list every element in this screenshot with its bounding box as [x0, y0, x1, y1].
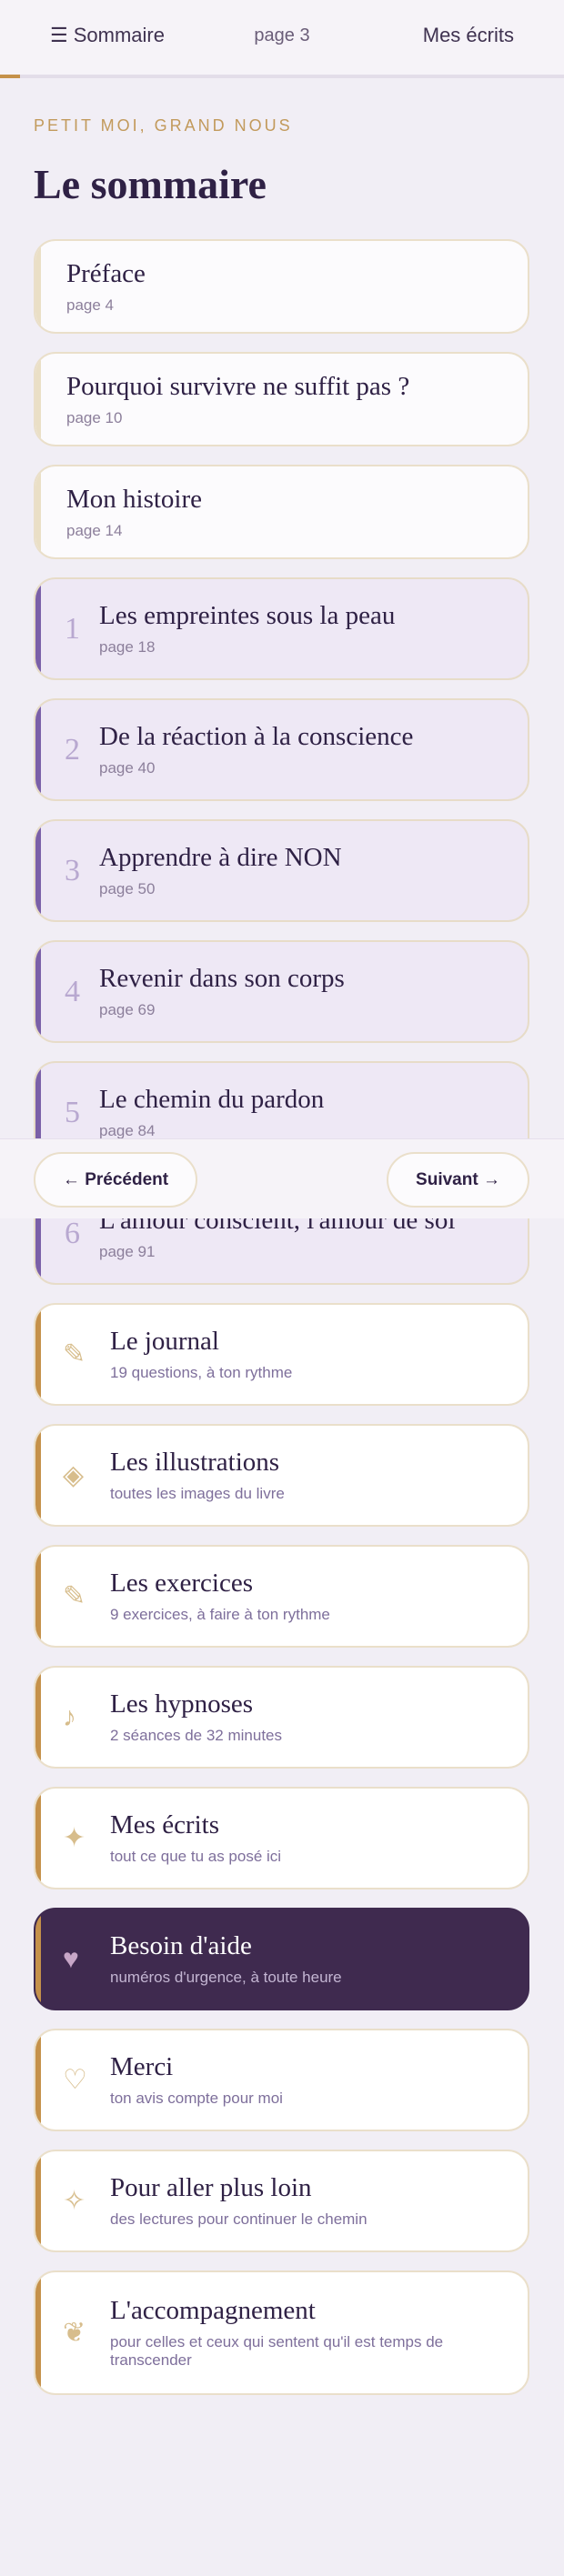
tool-subtitle: 19 questions, à ton rythme — [110, 1364, 293, 1381]
tool-title: Besoin d'aide — [110, 1931, 252, 1960]
tool-subtitle: 9 exercices, à faire à ton rythme — [110, 1606, 330, 1623]
tool-subtitle: toutes les images du livre — [110, 1485, 285, 1502]
tool-title: Mes écrits — [110, 1810, 219, 1839]
sparkle-icon: ✦ — [63, 1823, 86, 1853]
tool-subtitle: tout ce que tu as posé ici — [110, 1848, 282, 1865]
tool-subtitle: 2 séances de 32 minutes — [110, 1727, 283, 1744]
tool-item-coaching[interactable]: ❦ L'accompagnement pour celles et ceux qui… — [34, 2270, 529, 2395]
chapter-item-2[interactable]: 2 De la réaction à la conscience page 40 — [34, 698, 529, 801]
pencil-icon: ✎ — [63, 1581, 86, 1611]
tool-item-need-help[interactable]: ♥ Besoin d'aide numéros d'urgence, à toute… — [34, 1908, 529, 2010]
chapter-page: page 50 — [99, 880, 156, 897]
star-outline-icon: ✧ — [63, 2186, 86, 2216]
toc-item-preface[interactable]: Préface page 4 — [34, 239, 529, 334]
chapter-page: page 91 — [99, 1243, 156, 1260]
chapter-page: page 18 — [99, 638, 156, 656]
toc-item-title: Mon histoire — [66, 484, 203, 514]
chapter-title: Le chemin du pardon — [99, 1085, 325, 1114]
toc-item-why-survive[interactable]: Pourquoi survivre ne suffit pas ? page 10 — [34, 352, 529, 446]
chapter-number: 5 — [65, 1095, 80, 1129]
chapter-page: page 40 — [99, 759, 156, 777]
tool-subtitle: ton avis compte pour moi — [110, 2090, 283, 2107]
pencil-icon: ✎ — [63, 1339, 86, 1369]
chapter-item-3[interactable]: 3 Apprendre à dire NON page 50 — [34, 819, 529, 922]
heart-outline-icon: ♡ — [63, 2065, 87, 2095]
tool-item-exercises[interactable]: ✎ Les exercices 9 exercices, à faire à ton… — [34, 1545, 529, 1648]
tool-title: Les illustrations — [110, 1448, 280, 1477]
tool-subtitle: numéros d'urgence, à toute heure — [110, 1969, 342, 1986]
tool-title: Le journal — [110, 1327, 219, 1356]
tool-title: Les exercices — [110, 1569, 253, 1598]
book-title-eyebrow: PETIT MOI, GRAND NOUS — [34, 116, 293, 135]
chapter-page: page 84 — [99, 1122, 156, 1139]
toc-item-title: Pourquoi survivre ne suffit pas ? — [66, 371, 410, 401]
table-of-contents: Préface page 4 Pourquoi survivre ne suffi… — [34, 239, 529, 2413]
toc-item-page: page 4 — [66, 296, 114, 314]
toc-item-title: Préface — [66, 258, 146, 288]
previous-button[interactable]: ← Précédent — [34, 1152, 197, 1208]
reading-progress-bar — [0, 75, 20, 78]
toc-item-my-story[interactable]: Mon histoire page 14 — [34, 465, 529, 559]
tool-title: Les hypnoses — [110, 1689, 254, 1719]
writings-link[interactable]: Mes écrits — [423, 24, 514, 47]
toc-item-page: page 10 — [66, 408, 123, 426]
chapter-number: 4 — [65, 974, 80, 1008]
chapter-item-4[interactable]: 4 Revenir dans son corps page 69 — [34, 940, 529, 1043]
tool-title: L'accompagnement — [110, 2296, 316, 2325]
chapter-number: 6 — [65, 1216, 80, 1250]
next-button[interactable]: Suivant → — [387, 1152, 529, 1208]
chapter-title: Les empreintes sous la peau — [99, 601, 396, 630]
chapter-number: 1 — [65, 611, 80, 646]
chapter-title: Revenir dans son corps — [99, 964, 345, 993]
tool-item-hypnoses[interactable]: ♪ Les hypnoses 2 séances de 32 minutes — [34, 1666, 529, 1769]
page-title: Le sommaire — [34, 161, 267, 207]
tool-item-thanks[interactable]: ♡ Merci ton avis compte pour moi — [34, 2029, 529, 2131]
chapter-number: 3 — [65, 853, 80, 887]
tool-item-illustrations[interactable]: ◈ Les illustrations toutes les images du l… — [34, 1424, 529, 1527]
toc-item-page: page 14 — [66, 521, 123, 539]
music-note-icon: ♪ — [63, 1701, 76, 1732]
tool-item-further-reading[interactable]: ✧ Pour aller plus loin des lectures pour c… — [34, 2150, 529, 2252]
chapter-item-1[interactable]: 1 Les empreintes sous la peau page 18 — [34, 577, 529, 680]
tool-title: Merci — [110, 2052, 174, 2081]
floral-heart-icon: ❦ — [63, 2318, 86, 2348]
chapter-title: Apprendre à dire NON — [99, 843, 342, 872]
chapter-number: 2 — [65, 732, 80, 767]
diamond-icon: ◈ — [63, 1460, 85, 1490]
heart-icon: ♥ — [63, 1943, 79, 1974]
chapter-page: page 69 — [99, 1001, 156, 1018]
chapter-title: De la réaction à la conscience — [99, 722, 414, 751]
tool-title: Pour aller plus loin — [110, 2173, 312, 2202]
top-bar: ☰ Sommaire page 3 Mes écrits — [0, 0, 564, 78]
pager-bar: ← Précédent Suivant → — [0, 1138, 564, 1218]
tool-subtitle: pour celles et ceux qui sentent qu'il es… — [110, 2333, 444, 2369]
tool-item-my-writings[interactable]: ✦ Mes écrits tout ce que tu as posé ici — [34, 1787, 529, 1889]
tool-item-journal[interactable]: ✎ Le journal 19 questions, à ton rythme — [34, 1303, 529, 1406]
tool-subtitle: des lectures pour continuer le chemin — [110, 2210, 368, 2228]
